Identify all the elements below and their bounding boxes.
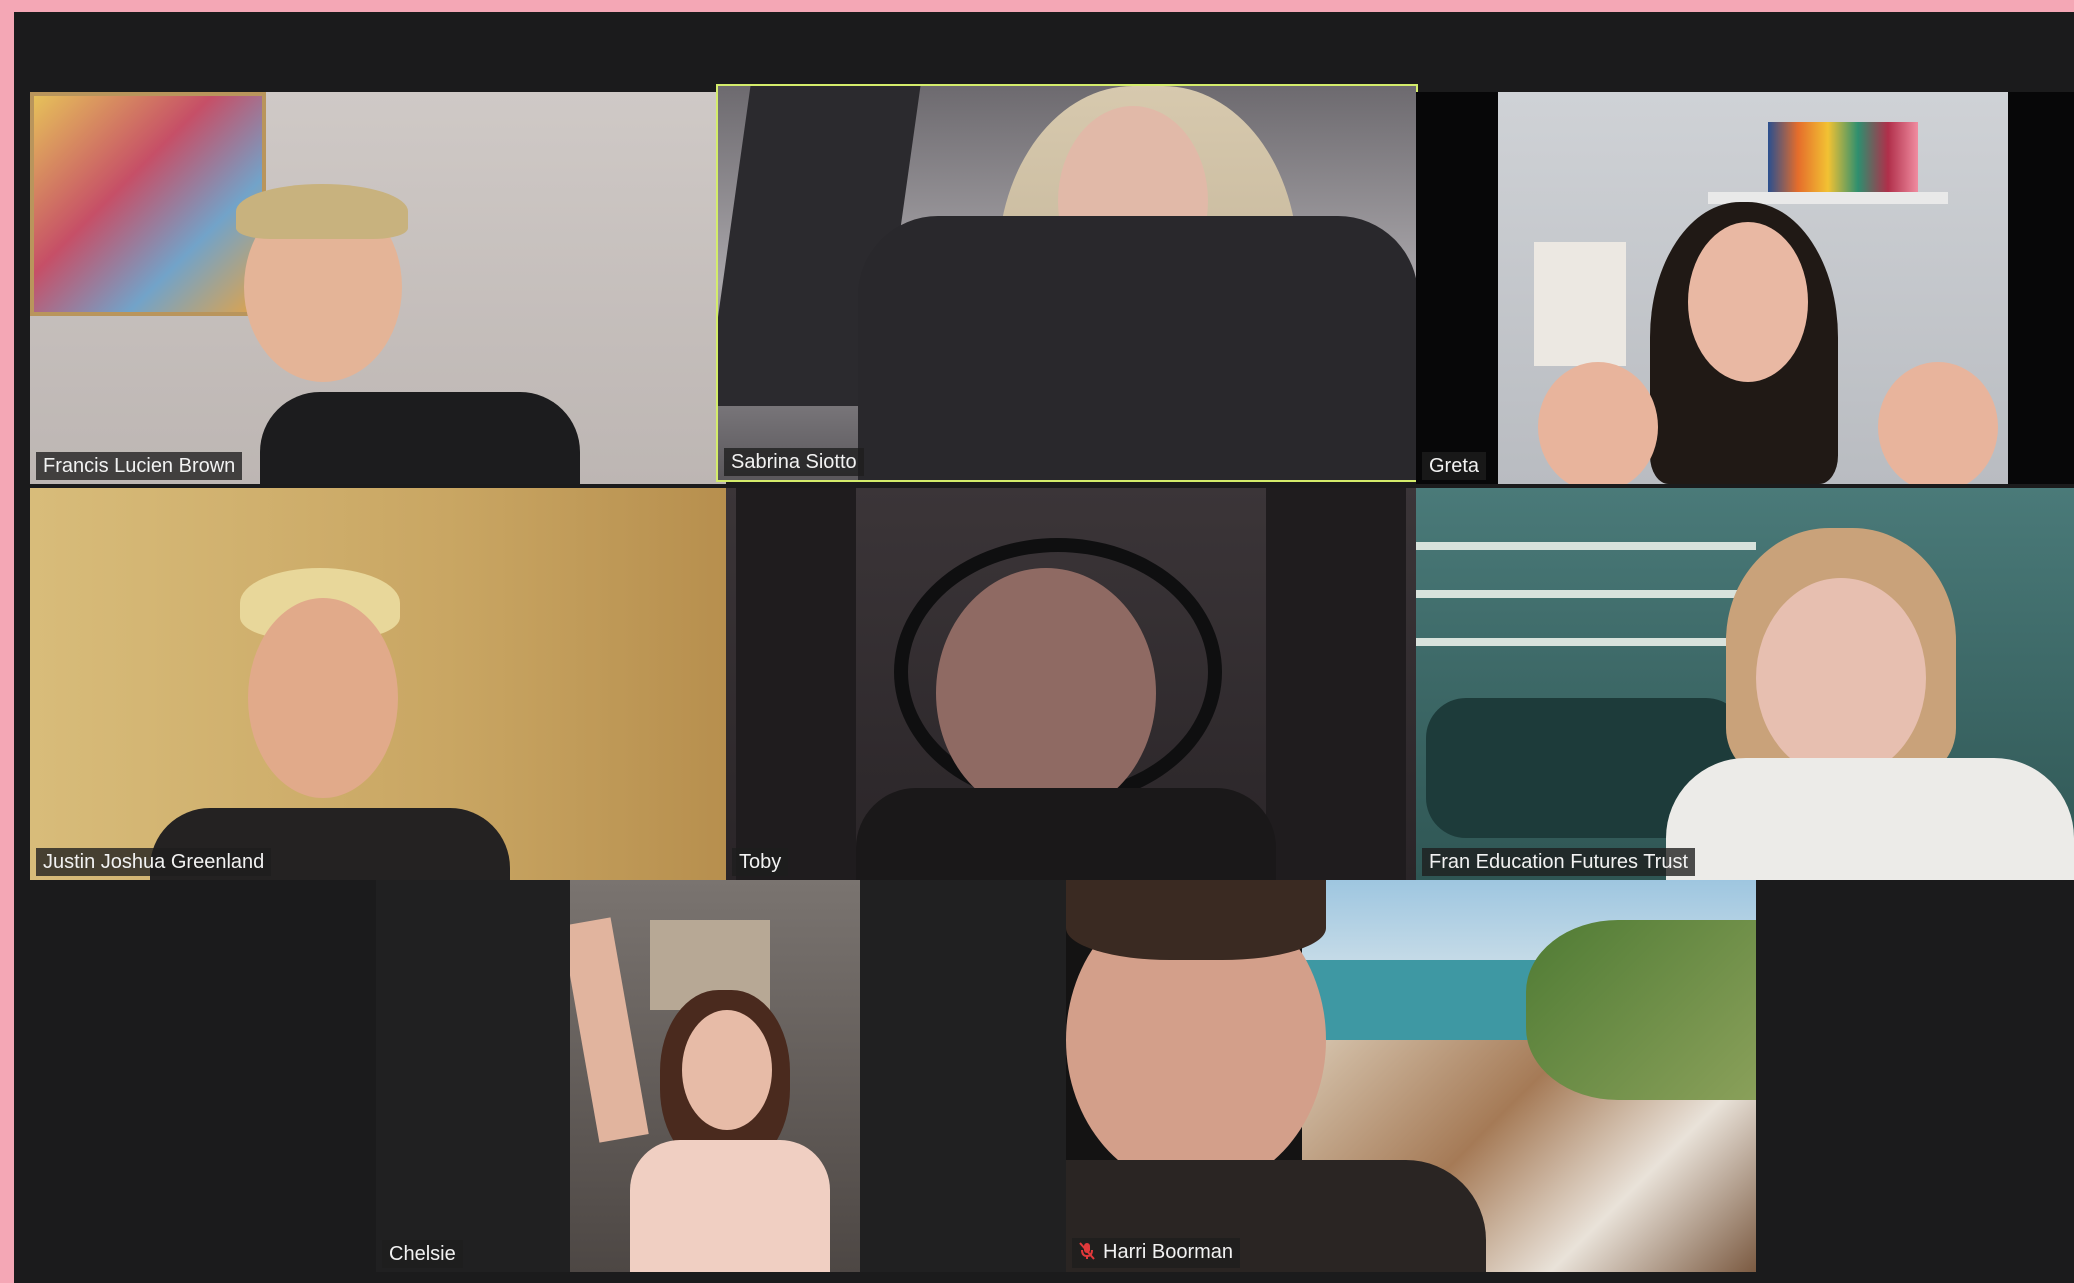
participant-name-label: Justin Joshua Greenland (36, 848, 272, 876)
right-hand (1878, 362, 1998, 484)
participant-video (30, 92, 726, 484)
person-body (260, 392, 580, 484)
participant-name-label: Toby (732, 848, 789, 876)
person-body (858, 216, 1416, 480)
participant-tile-chelsie[interactable]: Chelsie (376, 880, 1074, 1272)
participant-tile-fran[interactable]: Fran Education Futures Trust (1416, 488, 2074, 880)
participant-name-label: Francis Lucien Brown (36, 452, 243, 480)
participant-video (718, 86, 1416, 480)
participant-video (1498, 92, 2008, 484)
person-face (936, 568, 1156, 818)
participant-video (726, 488, 1416, 880)
wall-map-image (30, 92, 266, 316)
participant-video (30, 488, 726, 880)
participant-tile-harri[interactable]: Harri Boorman (1066, 880, 1756, 1272)
person-body (630, 1140, 830, 1272)
participant-video (1066, 880, 1756, 1272)
left-hand (1538, 362, 1658, 484)
person-face (1688, 222, 1808, 382)
person-hair (1066, 880, 1326, 960)
background-cliff (1526, 920, 1756, 1100)
person-body (1666, 758, 2074, 880)
participant-tile-sabrina[interactable]: Sabrina Siotto (716, 84, 1418, 482)
participant-video (570, 880, 860, 1272)
participant-name-label: Fran Education Futures Trust (1422, 848, 1696, 876)
participant-name-label: Greta (1422, 452, 1487, 480)
participant-tile-francis[interactable]: Francis Lucien Brown (30, 92, 726, 484)
participant-name-label: Sabrina Siotto (724, 448, 864, 476)
wall-poster (1534, 242, 1626, 366)
left-arm (736, 488, 856, 880)
person-face (682, 1010, 772, 1130)
participant-tile-toby[interactable]: Toby (726, 488, 1416, 880)
participant-name-label: Chelsie (382, 1240, 463, 1268)
participant-name-label: Harri Boorman (1072, 1238, 1241, 1268)
participant-tile-justin[interactable]: Justin Joshua Greenland (30, 488, 726, 880)
wall-decor-birds (1416, 502, 1756, 672)
microphone-muted-icon (1079, 1240, 1095, 1268)
participant-tile-greta[interactable]: Greta (1416, 92, 2074, 484)
person-hair (236, 184, 408, 239)
books-row (1768, 122, 1918, 192)
raised-arm (570, 917, 649, 1143)
right-arm (1266, 488, 1406, 880)
video-gallery-window: Francis Lucien Brown Sabrina Siotto Gret… (14, 12, 2074, 1283)
participant-name-text: Harri Boorman (1103, 1241, 1234, 1263)
person-face (248, 598, 398, 798)
person-face (1756, 578, 1926, 778)
person-body (856, 788, 1276, 880)
participant-video (1416, 488, 2074, 880)
